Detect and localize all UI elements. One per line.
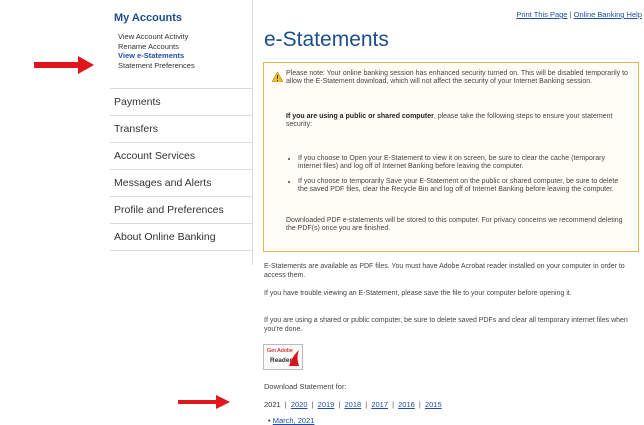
- submenu-view-e-statements[interactable]: View e-Statements: [118, 51, 195, 61]
- notice-bullet-save: If you choose to temporarily Save your E…: [298, 178, 628, 195]
- sidebar-item-profile-preferences[interactable]: Profile and Preferences: [110, 196, 252, 223]
- info-paragraph-trouble: If you have trouble viewing an E-Stateme…: [264, 290, 572, 297]
- red-arrow-icon: [178, 395, 230, 409]
- year-separator: |: [284, 400, 287, 409]
- year-separator: |: [338, 400, 341, 409]
- accounts-submenu: View Account Activity Rename Accounts Vi…: [118, 32, 195, 70]
- sidebar-item-transfers[interactable]: Transfers: [110, 115, 252, 142]
- sidebar-item-about-online-banking[interactable]: About Online Banking: [110, 223, 252, 251]
- notice-bullet-open: If you choose to Open your E-Statement t…: [298, 155, 628, 172]
- statement-month-item: • March, 2021: [268, 416, 314, 425]
- notice-bold-public-computer: If you are using a public or shared comp…: [286, 113, 434, 120]
- page-title: e-Statements: [264, 28, 389, 51]
- security-notice-box: Please note: Your online banking session…: [263, 62, 639, 252]
- sidebar-item-payments[interactable]: Payments: [110, 88, 252, 115]
- year-link-2017[interactable]: 2017: [371, 400, 388, 409]
- get-adobe-reader-button[interactable]: Get Adobe Reader: [263, 344, 303, 370]
- red-arrow-icon: [34, 56, 94, 74]
- year-link-2019[interactable]: 2019: [318, 400, 335, 409]
- adobe-logo-icon: [289, 350, 299, 366]
- sidebar: My Accounts View Account Activity Rename…: [110, 0, 253, 265]
- warning-icon: [272, 72, 283, 82]
- online-banking-help-link[interactable]: Online Banking Help: [574, 10, 642, 19]
- notice-bullets: If you choose to Open your E-Statement t…: [286, 155, 628, 201]
- year-selector: 2021 | 2020 | 2019 | 2018 | 2017 | 2016 …: [264, 400, 442, 409]
- notice-paragraph-3: Downloaded PDF e-statements will be stor…: [286, 217, 623, 233]
- download-statement-label: Download Statement for:: [264, 382, 347, 391]
- sidebar-nav: Payments Transfers Account Services Mess…: [110, 88, 252, 251]
- sidebar-item-messages-alerts[interactable]: Messages and Alerts: [110, 169, 252, 196]
- header-links: Print This Page | Online Banking Help: [516, 10, 642, 19]
- notice-paragraph-1: Please note: Your online banking session…: [286, 70, 628, 86]
- year-link-2015[interactable]: 2015: [425, 400, 442, 409]
- year-link-2016[interactable]: 2016: [398, 400, 415, 409]
- year-separator: |: [392, 400, 395, 409]
- year-current: 2021: [264, 400, 281, 409]
- year-separator: |: [311, 400, 314, 409]
- submenu-rename-accounts[interactable]: Rename Accounts: [118, 42, 195, 52]
- year-link-2020[interactable]: 2020: [291, 400, 308, 409]
- info-paragraph-shared: If you are using a shared or public comp…: [264, 317, 628, 333]
- print-page-link[interactable]: Print This Page: [516, 10, 567, 19]
- notice-paragraph-2: If you are using a public or shared comp…: [286, 113, 632, 130]
- info-paragraph-pdf: E-Statements are available as PDF files.…: [264, 263, 625, 279]
- year-link-2018[interactable]: 2018: [344, 400, 361, 409]
- my-accounts-heading[interactable]: My Accounts: [114, 12, 182, 24]
- submenu-view-account-activity[interactable]: View Account Activity: [118, 32, 195, 42]
- submenu-statement-preferences[interactable]: Statement Preferences: [118, 61, 195, 71]
- statement-link-march-2021[interactable]: March, 2021: [273, 416, 315, 425]
- bullet-icon: •: [268, 416, 271, 425]
- header-separator: |: [569, 10, 572, 19]
- year-separator: |: [365, 400, 368, 409]
- sidebar-item-account-services[interactable]: Account Services: [110, 142, 252, 169]
- year-separator: |: [418, 400, 421, 409]
